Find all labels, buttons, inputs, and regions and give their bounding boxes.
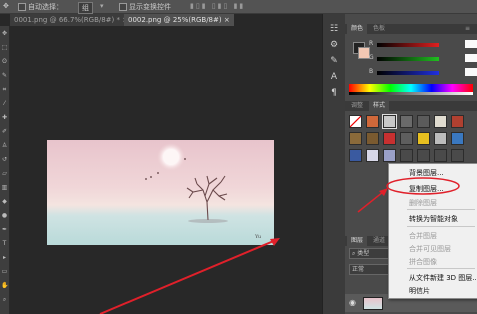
annotation-ellipse: [386, 177, 460, 195]
annotation-highlight: [357, 177, 460, 213]
annotation-arrow-upper: [357, 191, 384, 213]
